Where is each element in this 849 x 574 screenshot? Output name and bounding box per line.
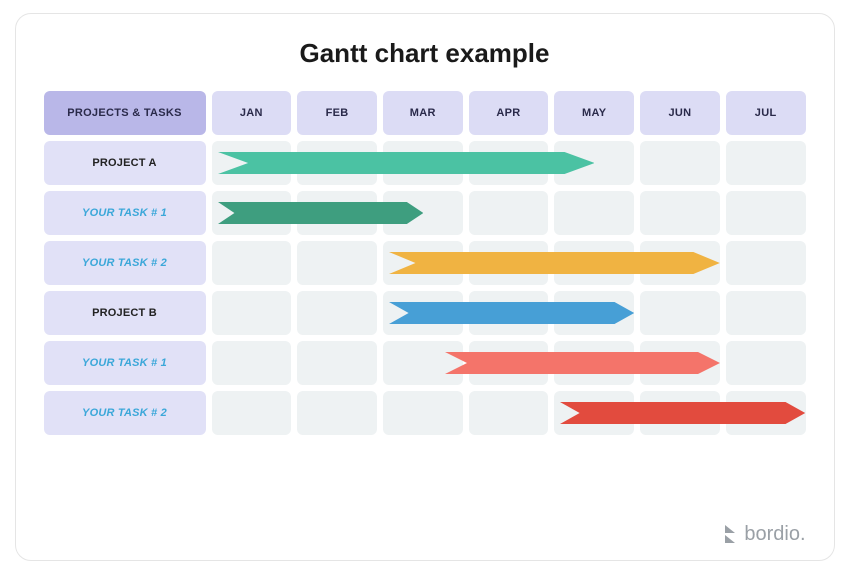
row-label-task: YOUR TASK # 1: [44, 341, 206, 385]
grid-cell: [726, 291, 806, 335]
grid-cell: [726, 141, 806, 185]
grid-cell: [726, 191, 806, 235]
column-header-month: JAN: [212, 91, 292, 135]
gantt-row: [212, 141, 806, 185]
gantt-row: [212, 191, 806, 235]
grid-cell: [469, 391, 549, 435]
gantt-grid: PROJECTS & TASKSJANFEBMARAPRMAYJUNJUL PRO…: [44, 91, 806, 435]
grid-cell: [212, 241, 292, 285]
gantt-row: [212, 341, 806, 385]
gantt-card: Gantt chart example PROJECTS & TASKSJANF…: [15, 13, 835, 561]
grid-cell: [726, 241, 806, 285]
column-header-month: FEB: [297, 91, 377, 135]
row-label-project: PROJECT B: [44, 291, 206, 335]
row-label-task: YOUR TASK # 1: [44, 191, 206, 235]
gantt-row: [212, 391, 806, 435]
gantt-row: [212, 291, 806, 335]
column-header-month: MAR: [383, 91, 463, 135]
grid-cell: [212, 391, 292, 435]
bordio-mark-icon: [722, 525, 738, 545]
grid-cell: [640, 291, 720, 335]
grid-cell: [297, 341, 377, 385]
column-header-month: APR: [469, 91, 549, 135]
column-header-tasks: PROJECTS & TASKS: [44, 91, 206, 135]
chart-title: Gantt chart example: [44, 38, 806, 69]
grid-cell: [469, 191, 549, 235]
gantt-row: [212, 241, 806, 285]
grid-cell: [297, 241, 377, 285]
grid-cell: [554, 191, 634, 235]
column-header-month: JUL: [726, 91, 806, 135]
column-header-month: JUN: [640, 91, 720, 135]
row-label-task: YOUR TASK # 2: [44, 241, 206, 285]
gantt-bar: [218, 202, 423, 224]
grid-cell: [726, 341, 806, 385]
grid-cell: [640, 141, 720, 185]
row-label-project: PROJECT A: [44, 141, 206, 185]
row-label-task: YOUR TASK # 2: [44, 391, 206, 435]
grid-cell: [297, 291, 377, 335]
brand-logo: bordio.: [722, 523, 805, 546]
grid-cell: [212, 291, 292, 335]
column-header-month: MAY: [554, 91, 634, 135]
gantt-bar: [445, 352, 720, 374]
gantt-bar: [218, 152, 595, 174]
grid-cell: [297, 391, 377, 435]
grid-cell: [212, 341, 292, 385]
brand-name: bordio.: [744, 523, 805, 546]
grid-cell: [640, 191, 720, 235]
gantt-bar: [389, 302, 634, 324]
grid-cell: [383, 391, 463, 435]
gantt-bar: [560, 402, 805, 424]
gantt-bar: [389, 252, 720, 274]
